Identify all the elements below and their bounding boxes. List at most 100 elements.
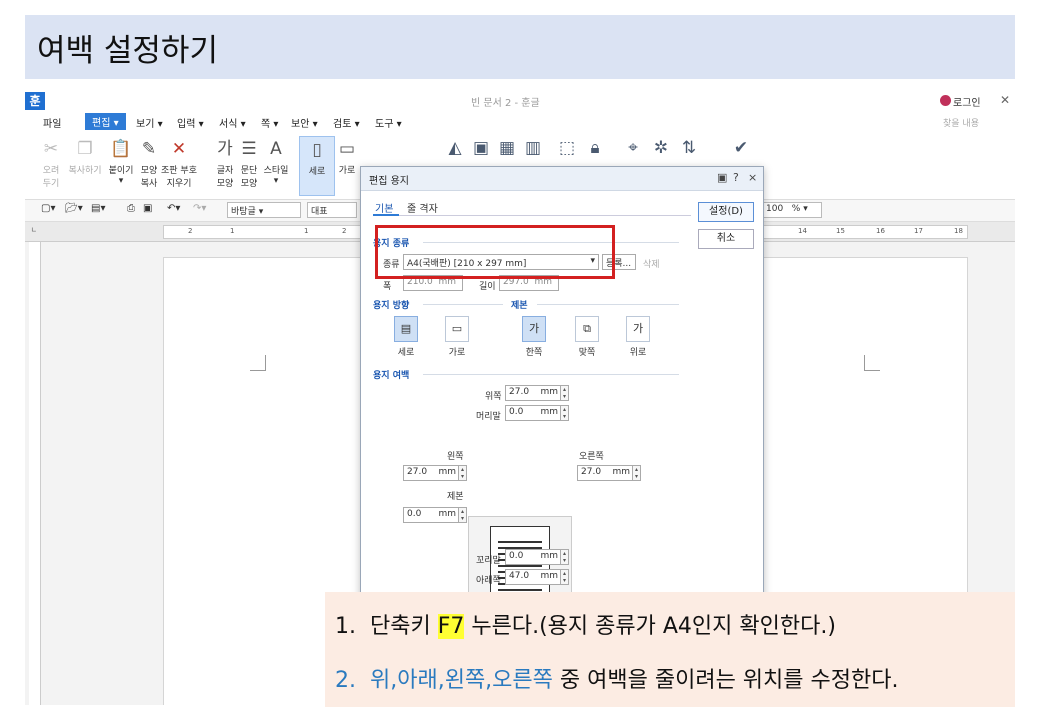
left-margin-field[interactable]: 27.0 mm	[403, 465, 459, 481]
menu-review[interactable]: 검토 ▾	[333, 115, 360, 130]
select-icon[interactable]: ⬚	[555, 136, 579, 160]
binding-facing-button[interactable]: ⧉	[575, 316, 599, 342]
style-icon: A	[270, 139, 282, 159]
menu-file[interactable]: 파일	[43, 115, 61, 130]
replace-icon[interactable]: ✲	[649, 136, 673, 160]
lock-icon[interactable]: 🔒︎	[583, 136, 607, 160]
footer-margin-field[interactable]: 0.0 mm	[505, 549, 561, 565]
delete-button[interactable]: 삭제	[643, 257, 660, 270]
sort-icon[interactable]: ⇅	[677, 136, 701, 160]
window-close-icon[interactable]: ✕	[1000, 93, 1010, 107]
ruler-corner-icon: ∟	[31, 226, 37, 234]
section-rule	[423, 374, 679, 375]
tab-basic[interactable]: 기본	[375, 200, 393, 215]
top-margin-spinner[interactable]: ▴ ▾	[561, 385, 569, 401]
scissors-icon: ✂	[43, 139, 59, 159]
find-icon[interactable]: ⌖	[621, 136, 645, 160]
margin-corner-tl	[250, 355, 266, 371]
app-logo-icon: 훈	[25, 92, 45, 110]
print-icon[interactable]: ⎙	[127, 203, 135, 214]
dialog-pin-icon[interactable]: ▣	[717, 171, 727, 184]
style-select[interactable]: 바탕글 ▾	[227, 202, 301, 218]
header-margin-field[interactable]: 0.0 mm	[505, 405, 561, 421]
binding-oneside-label: 한쪽	[525, 348, 543, 358]
paper-type-highlight	[375, 225, 615, 279]
clipboard-icon: 📋	[110, 139, 132, 159]
orient-landscape-label: 가로	[448, 348, 466, 358]
dialog-close-icon[interactable]: ×	[748, 171, 757, 184]
page-title: 여백 설정하기	[37, 33, 218, 69]
dialog-help-icon[interactable]: ?	[733, 171, 739, 184]
landscape-page-icon: ▭	[338, 139, 356, 159]
document-title: 빈 문서 2 - 훈글	[471, 98, 540, 109]
shape-icon[interactable]: ◭	[443, 136, 467, 160]
bottom-margin-label: 아래쪽	[476, 576, 501, 586]
brush-icon: ✎	[141, 139, 157, 159]
menu-page[interactable]: 쪽 ▾	[261, 115, 278, 130]
table-icon[interactable]: ▦	[495, 136, 519, 160]
tab-divider	[373, 215, 691, 216]
font-lang-select[interactable]: 대표	[307, 202, 357, 218]
margin-section: 용지 여백	[373, 371, 410, 381]
oneside-icon: 가	[528, 322, 540, 335]
copy-button[interactable]: ❐ 복사하기	[67, 136, 103, 196]
orient-portrait-button[interactable]: ▤	[394, 316, 418, 342]
menu-edit[interactable]: 편집 ▾	[85, 113, 126, 130]
right-margin-field[interactable]: 27.0 mm	[577, 465, 633, 481]
menu-tools[interactable]: 도구 ▾	[375, 115, 402, 130]
chart-icon[interactable]: ▥	[521, 136, 545, 160]
top-margin-label: 위쪽	[485, 392, 502, 402]
tab-line-grid[interactable]: 줄 격자	[407, 200, 438, 215]
top-margin-field[interactable]: 27.0 mm	[505, 385, 561, 401]
footer-margin-label: 꼬리말	[476, 556, 501, 566]
title-banner: 여백 설정하기	[25, 15, 1015, 79]
login-label: 로그인	[953, 98, 981, 109]
dialog-titlebar: 편집 용지 ▣ ? ×	[361, 167, 763, 191]
binding-oneside-button[interactable]: 가	[522, 316, 546, 342]
left-margin-spinner[interactable]: ▴ ▾	[459, 465, 467, 481]
menu-view[interactable]: 보기 ▾	[136, 115, 163, 130]
bottom-margin-spinner[interactable]: ▴ ▾	[561, 569, 569, 585]
undo-icon[interactable]: ↶▾	[167, 203, 180, 214]
login-button[interactable]: 로그인	[940, 94, 981, 109]
header-margin-spinner[interactable]: ▴ ▾	[561, 405, 569, 421]
redo-icon[interactable]: ↷▾	[193, 203, 206, 214]
clear-marks-button[interactable]: ✕ 조판 부호 지우기	[161, 136, 197, 196]
vertical-ruler	[29, 242, 41, 705]
user-avatar-icon	[940, 95, 951, 106]
ok-button[interactable]: 설정(D)	[698, 202, 754, 222]
preview-icon[interactable]: ▣	[143, 203, 152, 214]
clear-format-icon: ✕	[171, 139, 187, 159]
facing-icon: ⧉	[583, 322, 591, 335]
save-icon[interactable]: ▤▾	[91, 203, 105, 214]
open-folder-icon[interactable]: 📂︎▾	[65, 203, 83, 214]
new-doc-icon[interactable]: ▢▾	[41, 203, 55, 214]
search-hint: 찾을 내용	[943, 119, 979, 129]
bottom-margin-field[interactable]: 47.0 mm	[505, 569, 561, 585]
cut-button[interactable]: ✂ 오려 두기	[33, 136, 69, 196]
picture-icon[interactable]: ▣	[469, 136, 493, 160]
spell-icon[interactable]: ✔	[729, 136, 753, 160]
style-button[interactable]: A 스타일 ▾	[258, 136, 294, 196]
footer-margin-spinner[interactable]: ▴ ▾	[561, 549, 569, 565]
instruction-panel: 1. 단축키 F7 누른다.(용지 종류가 A4인지 확인한다.) 2. 위,아…	[325, 592, 1015, 707]
instruction-step-1: 1. 단축키 F7 누른다.(용지 종류가 A4인지 확인한다.)	[335, 614, 836, 639]
binding-top-button[interactable]: 가	[626, 316, 650, 342]
binding-top-label: 위로	[629, 348, 647, 358]
height-label: 길이	[479, 282, 496, 292]
header-margin-label: 머리말	[476, 412, 501, 422]
orient-landscape-button[interactable]: ▭	[445, 316, 469, 342]
cancel-button[interactable]: 취소	[698, 229, 754, 249]
binding-facing-label: 맞쪽	[578, 348, 596, 358]
zoom-field[interactable]: 100 % ▾	[762, 202, 822, 218]
preview-line	[498, 541, 542, 543]
gutter-margin-field[interactable]: 0.0 mm	[403, 507, 459, 523]
right-margin-spinner[interactable]: ▴ ▾	[633, 465, 641, 481]
menu-format[interactable]: 서식 ▾	[219, 115, 246, 130]
dialog-title: 편집 용지	[369, 176, 409, 187]
menu-security[interactable]: 보안 ▾	[291, 115, 318, 130]
portrait-page-icon: ▯	[312, 140, 322, 160]
gutter-margin-spinner[interactable]: ▴ ▾	[459, 507, 467, 523]
menu-insert[interactable]: 입력 ▾	[177, 115, 204, 130]
margin-corner-tr	[864, 355, 880, 371]
